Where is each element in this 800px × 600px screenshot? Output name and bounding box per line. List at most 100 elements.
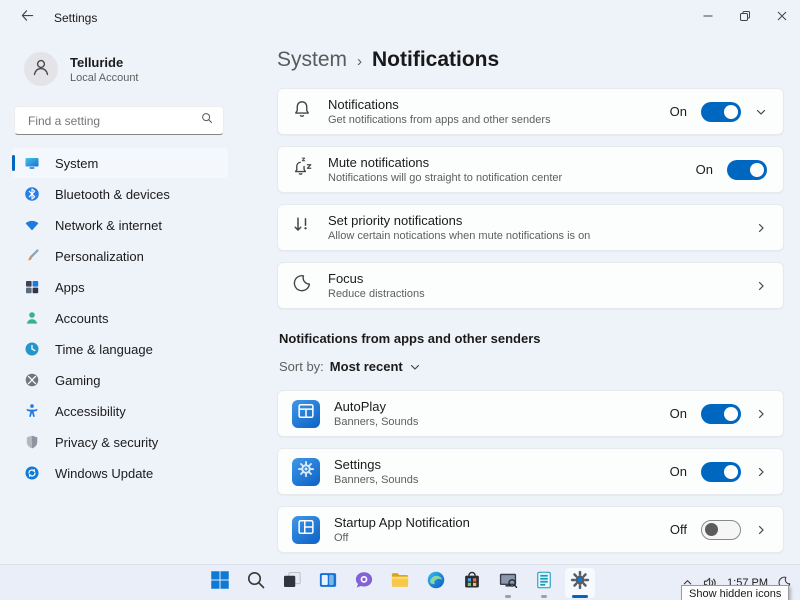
taskbar-indicator	[541, 595, 547, 598]
taskbar-edge-button[interactable]	[421, 568, 451, 598]
card-set-priority-notifications[interactable]: Set priority notifications Allow certain …	[277, 204, 784, 251]
sidebar-item-label: Windows Update	[55, 466, 153, 481]
main-content: System › Notifications NotificationsGet …	[240, 36, 800, 564]
taskbar-settings-gear-button[interactable]	[565, 568, 595, 598]
gaming-icon	[24, 372, 40, 388]
card-title: Mute notifications	[328, 155, 696, 170]
chevron-down-icon[interactable]	[755, 106, 767, 118]
file-explorer-icon	[390, 570, 410, 595]
sidebar-item-gaming[interactable]: Gaming	[12, 365, 228, 395]
search-box	[14, 106, 224, 135]
apps-icon	[24, 279, 40, 295]
page-title: Notifications	[372, 48, 499, 72]
app-tile	[292, 458, 320, 486]
app-tile	[292, 400, 320, 428]
card-title: Notifications	[328, 97, 670, 112]
card-title: Startup App Notification	[334, 515, 670, 530]
taskbar-chat-button[interactable]	[349, 568, 379, 598]
toggle-state-label: On	[696, 162, 713, 177]
avatar	[24, 52, 58, 86]
tooltip: Show hidden icons	[681, 585, 789, 600]
focus-moon-icon	[292, 273, 312, 298]
remote-display-icon	[498, 570, 518, 595]
toggle-autoplay[interactable]	[701, 404, 741, 424]
sidebar-item-label: System	[55, 156, 98, 171]
chevron-right-icon	[755, 408, 767, 420]
selected-indicator	[12, 155, 15, 171]
taskbar: 1:57 PM	[0, 564, 800, 600]
card-title: Set priority notifications	[328, 213, 755, 228]
toggle-settings[interactable]	[701, 462, 741, 482]
chevron-right-icon	[755, 222, 767, 234]
card-startup-app-notification[interactable]: Startup App NotificationOffOff	[277, 506, 784, 553]
task-view-icon	[282, 570, 302, 595]
sidebar-item-apps[interactable]: Apps	[12, 272, 228, 302]
restore-button[interactable]	[726, 0, 763, 36]
sidebar-item-privacy-security[interactable]: Privacy & security	[12, 427, 228, 457]
taskbar-snap-window-button[interactable]	[313, 568, 343, 598]
search-input[interactable]	[26, 113, 200, 129]
toggle-startup-app-notification[interactable]	[701, 520, 741, 540]
edge-icon	[426, 570, 446, 595]
taskbar-task-view-button[interactable]	[277, 568, 307, 598]
sidebar-item-label: Personalization	[55, 249, 144, 264]
toggle-notifications[interactable]	[701, 102, 741, 122]
toggle-knob	[724, 465, 738, 479]
back-button[interactable]	[14, 7, 40, 29]
card-icon-area	[292, 458, 334, 486]
card-settings[interactable]: SettingsBanners, SoundsOn	[277, 448, 784, 495]
snap-window-icon	[318, 570, 338, 595]
toggle-knob	[750, 163, 764, 177]
sort-value: Most recent	[330, 359, 403, 374]
card-focus[interactable]: FocusReduce distractions	[277, 262, 784, 309]
sidebar-item-accounts[interactable]: Accounts	[12, 303, 228, 333]
breadcrumb-separator: ›	[357, 53, 362, 70]
account-profile[interactable]: Telluride Local Account	[24, 52, 226, 86]
card-subtitle: Allow certain notications when mute noti…	[328, 230, 755, 242]
card-subtitle: Banners, Sounds	[334, 474, 670, 486]
store-icon	[462, 570, 482, 595]
card-title: AutoPlay	[334, 399, 670, 414]
sidebar-item-windows-update[interactable]: Windows Update	[12, 458, 228, 488]
taskbar-file-explorer-button[interactable]	[385, 568, 415, 598]
section-heading: Notifications from apps and other sender…	[279, 331, 784, 346]
breadcrumb-parent[interactable]: System	[277, 48, 347, 72]
chevron-right-icon	[755, 524, 767, 536]
toggle-state-label: On	[670, 464, 687, 479]
taskbar-search-taskbar-button[interactable]	[241, 568, 271, 598]
sort-dropdown[interactable]: Sort by: Most recent	[279, 359, 784, 374]
sidebar-item-label: Apps	[55, 280, 85, 295]
sidebar-item-label: Accounts	[55, 311, 108, 326]
card-subtitle: Banners, Sounds	[334, 416, 670, 428]
toggle-knob	[705, 523, 718, 536]
sidebar-item-time-language[interactable]: Time & language	[12, 334, 228, 364]
minimize-button[interactable]	[689, 0, 726, 36]
accounts-icon	[24, 310, 40, 326]
sidebar-item-personalization[interactable]: Personalization	[12, 241, 228, 271]
breadcrumb: System › Notifications	[277, 48, 784, 72]
search-icon	[200, 111, 214, 130]
card-mute-notifications[interactable]: Mute notificationsNotifications will go …	[277, 146, 784, 193]
taskbar-start-button[interactable]	[205, 568, 235, 598]
sidebar-item-network-internet[interactable]: Network & internet	[12, 210, 228, 240]
chevron-right-icon	[755, 280, 767, 292]
chevron-down-icon	[409, 361, 421, 373]
taskbar-remote-display-button[interactable]	[493, 568, 523, 598]
sidebar-item-accessibility[interactable]: Accessibility	[12, 396, 228, 426]
taskbar-notes-button[interactable]	[529, 568, 559, 598]
sidebar-item-label: Bluetooth & devices	[55, 187, 170, 202]
toggle-mute-notifications[interactable]	[727, 160, 767, 180]
bluetooth-icon	[24, 186, 40, 202]
card-subtitle: Off	[334, 532, 670, 544]
sidebar-nav: System Bluetooth & devices Network & inter…	[0, 148, 240, 488]
sidebar-item-system[interactable]: System	[12, 148, 228, 178]
close-button[interactable]	[763, 0, 800, 36]
taskbar-store-button[interactable]	[457, 568, 487, 598]
sidebar-item-bluetooth-devices[interactable]: Bluetooth & devices	[12, 179, 228, 209]
chevron-right-icon	[755, 466, 767, 478]
card-notifications[interactable]: NotificationsGet notifications from apps…	[277, 88, 784, 135]
sort-label: Sort by:	[279, 359, 324, 374]
bell-icon	[292, 99, 312, 124]
card-autoplay[interactable]: AutoPlayBanners, SoundsOn	[277, 390, 784, 437]
privacy-icon	[24, 434, 40, 450]
